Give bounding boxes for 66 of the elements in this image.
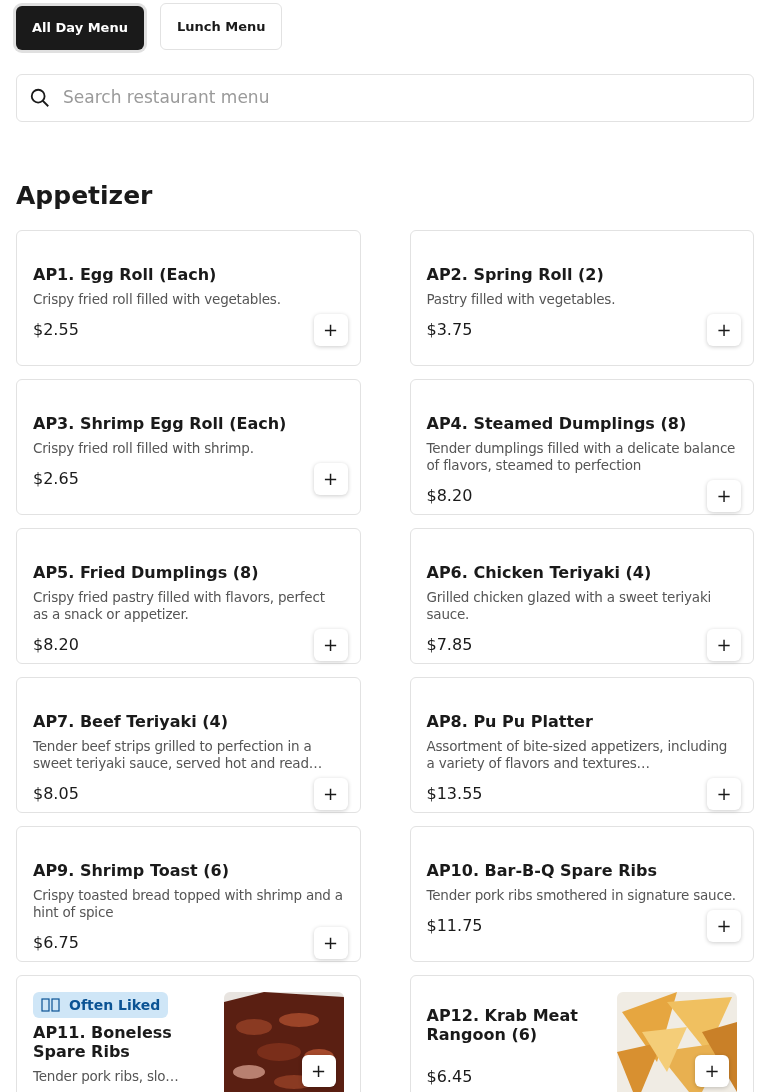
item-name: AP5. Fried Dumplings (8) (33, 563, 260, 582)
item-description: Crispy fried pastry filled with flavors, perfect as a snack or appetizer. (33, 589, 326, 623)
menu-item-card[interactable]: AP8. Pu Pu Platter Assortment of bite-sized appetizers, including a variety of flavors and textures… $13.55 + (409, 677, 754, 813)
search-input[interactable]: Search restaurant menu (63, 85, 741, 111)
item-name: AP3. Shrimp Egg Roll (Each) (33, 414, 288, 433)
search-icon (29, 87, 51, 109)
item-price: $6.45 (426, 1066, 473, 1088)
menu-item-card[interactable]: AP9. Shrimp Toast (6) Crispy toasted bread topped with shrimp and a hint of spice $6.75 + (16, 826, 361, 962)
item-name: AP10. Bar-B-Q Spare Ribs (426, 861, 658, 880)
add-button[interactable]: + (313, 629, 348, 661)
item-name: AP1. Egg Roll (Each) (33, 265, 218, 284)
add-button[interactable]: + (707, 480, 741, 512)
menu-item-card[interactable]: AP10. Bar-B-Q Spare Ribs Tender pork ribs smothered in signature sauce. $11.75 + (409, 826, 754, 962)
add-button[interactable]: + (313, 463, 348, 495)
add-button[interactable]: + (707, 629, 741, 661)
add-button[interactable]: + (313, 314, 348, 346)
glyph-icon (41, 998, 61, 1012)
item-description: Crispy toasted bread topped with shrimp and a hint of spice (33, 887, 344, 921)
item-name: AP12. Krab Meat Rangoon (6) (426, 1006, 579, 1044)
badge-label: Often Liked (69, 995, 161, 1015)
item-price: $11.75 (426, 915, 483, 937)
item-price: $7.85 (426, 634, 473, 656)
item-description: Grilled chicken glazed with a sweet teriyaki sauce. (426, 589, 713, 623)
item-name: AP8. Pu Pu Platter (426, 712, 594, 731)
section-title: Appetizer (16, 181, 154, 211)
item-name: AP4. Steamed Dumplings (8) (426, 414, 688, 433)
item-description: Tender pork ribs, slo… (33, 1068, 180, 1085)
menu-item-card[interactable]: AP7. Beef Teriyaki (4) Tender beef strips grilled to perfection in a sweet teriyaki sauce, served hot and read… $8.05 + (16, 677, 361, 813)
item-description: Tender dumplings filled with a delicate balance of flavors, steamed to perfection (426, 440, 737, 474)
item-name: AP7. Beef Teriyaki (4) (33, 712, 229, 731)
item-price: $8.05 (33, 783, 79, 805)
item-description: Tender pork ribs smothered in signature sauce. (426, 887, 737, 904)
add-button[interactable]: + (313, 778, 348, 810)
menu-tab[interactable]: All Day Menu (16, 6, 144, 50)
add-button[interactable]: + (301, 1055, 336, 1087)
item-name: AP9. Shrimp Toast (6) (33, 861, 230, 880)
item-price: $13.55 (426, 783, 483, 805)
item-description: Crispy fried roll filled with shrimp. (33, 440, 255, 457)
item-price: $2.55 (33, 319, 79, 341)
menu-item-card[interactable]: AP4. Steamed Dumplings (8) Tender dumplings filled with a delicate balance of flavors, steamed to perfection $8.20 + (409, 379, 754, 515)
item-description: Tender beef strips grilled to perfection in a sweet teriyaki sauce, served hot and read… (33, 738, 324, 772)
item-description: Crispy fried roll filled with vegetables. (33, 291, 282, 308)
search-field[interactable]: Search restaurant menu (16, 74, 754, 122)
item-description: Pastry filled with vegetables. (426, 291, 617, 308)
add-button[interactable]: + (695, 1055, 729, 1087)
add-button[interactable]: + (313, 927, 348, 959)
item-name: AP11. Boneless Spare Ribs (33, 1023, 173, 1061)
item-price: $3.75 (426, 319, 473, 341)
item-price: $2.65 (33, 468, 79, 490)
item-name: AP2. Spring Roll (2) (426, 265, 605, 284)
menu-item-card[interactable]: Often Liked AP11. Boneless Spare Ribs Tender pork ribs, slo… + (16, 975, 361, 1092)
menu-item-card[interactable]: AP12. Krab Meat Rangoon (6) $6.45 + (409, 975, 754, 1092)
add-button[interactable]: + (707, 314, 741, 346)
menu-tab[interactable]: Lunch Menu (159, 3, 283, 50)
menu-item-card[interactable]: AP2. Spring Roll (2) Pastry filled with vegetables. $3.75 + (409, 230, 754, 366)
item-price: $8.20 (33, 634, 79, 656)
add-button[interactable]: + (707, 778, 741, 810)
item-price: $8.20 (426, 485, 473, 507)
add-button[interactable]: + (707, 910, 741, 942)
menu-item-card[interactable]: AP6. Chicken Teriyaki (4) Grilled chicken glazed with a sweet teriyaki sauce. $7.85 + (409, 528, 754, 664)
menu-item-card[interactable]: AP1. Egg Roll (Each) Crispy fried roll filled with vegetables. $2.55 + (16, 230, 361, 366)
item-name: AP6. Chicken Teriyaki (4) (426, 563, 653, 582)
item-price: $6.75 (33, 932, 79, 954)
menu-item-card[interactable]: AP3. Shrimp Egg Roll (Each) Crispy fried roll filled with shrimp. $2.65 + (16, 379, 361, 515)
menu-item-card[interactable]: AP5. Fried Dumplings (8) Crispy fried pastry filled with flavors, perfect as a snack or appetizer. $8.20 + (16, 528, 361, 664)
item-description: Assortment of bite-sized appetizers, including a variety of flavors and textures… (426, 738, 729, 772)
